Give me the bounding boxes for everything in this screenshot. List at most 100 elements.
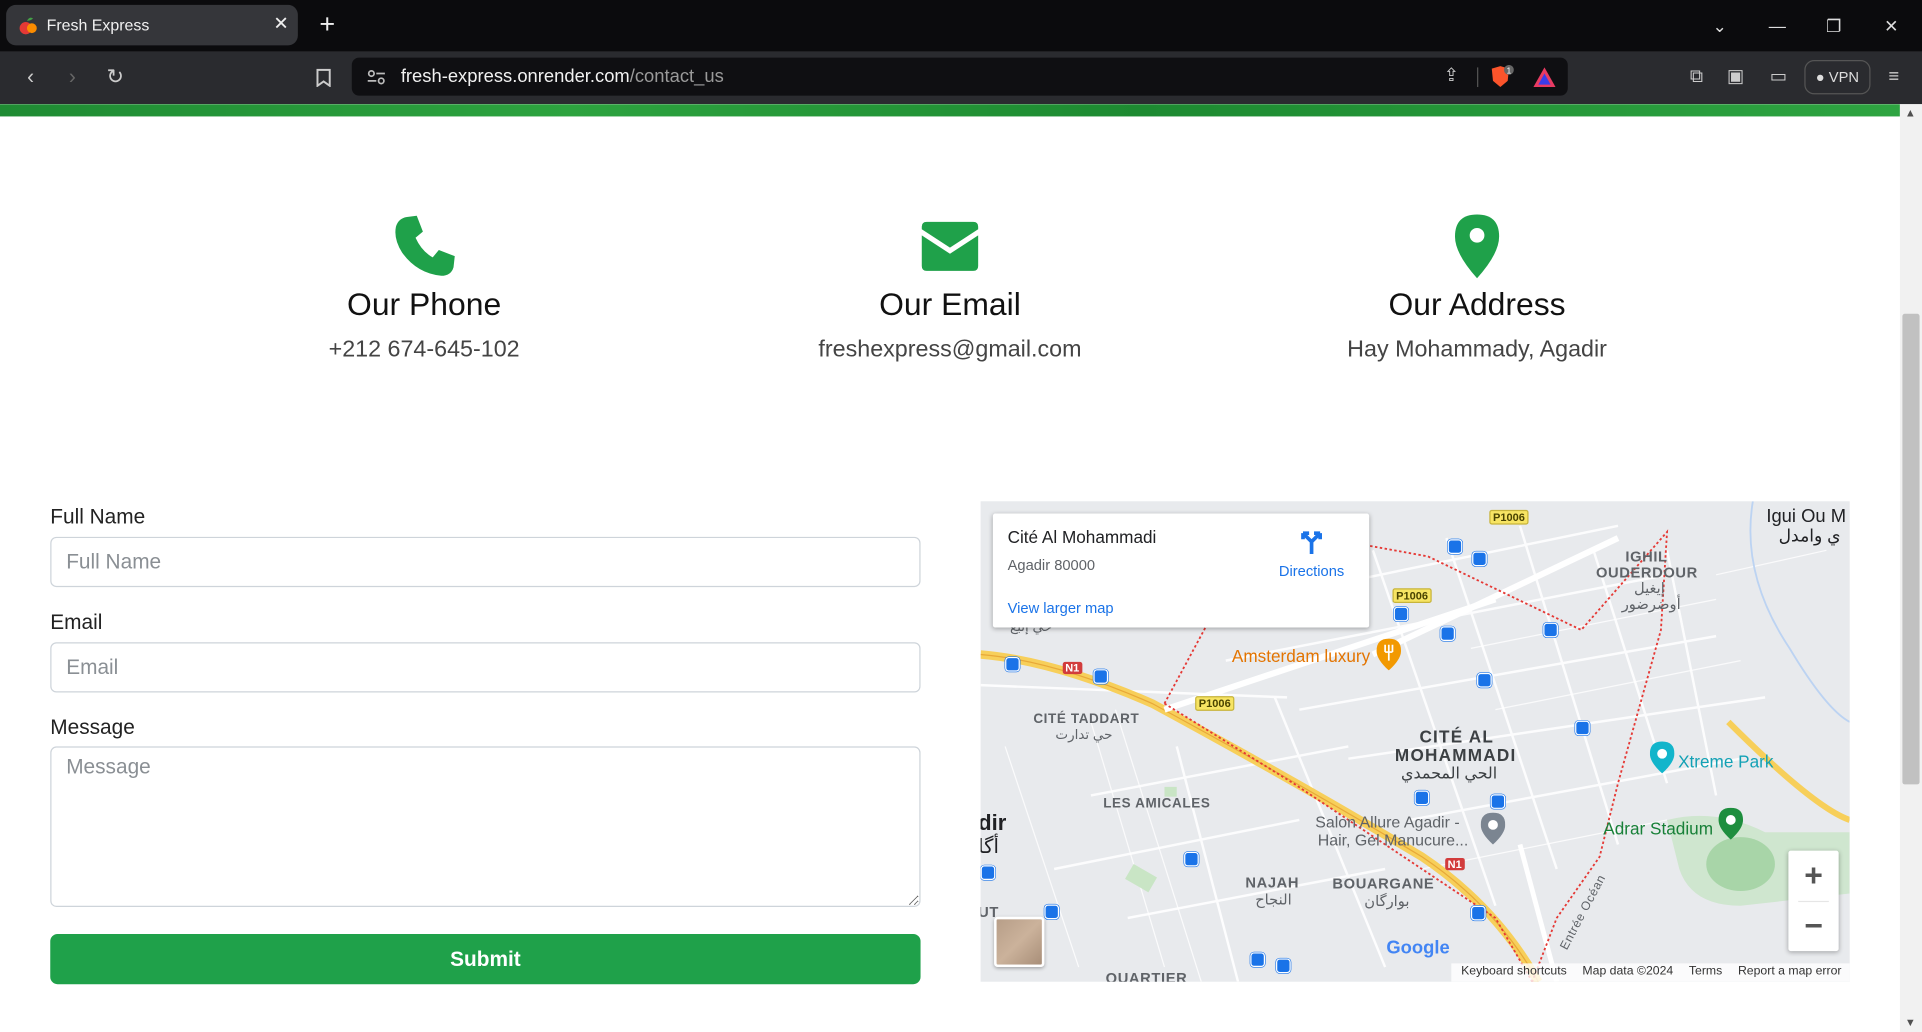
- reload-icon[interactable]: ↻: [102, 64, 129, 91]
- map-label-cite-al: CITÉ AL: [1419, 726, 1495, 747]
- google-map-embed[interactable]: Igui Ou M ي وامدل IGHIL OUDERDOUR إيغيل …: [980, 501, 1850, 982]
- satellite-layer-toggle[interactable]: [994, 916, 1045, 968]
- poi-salon-allure-line1[interactable]: Salon Allure Agadir -: [1315, 813, 1459, 831]
- map-label-amicales: LES AMICALES: [1103, 796, 1211, 812]
- tab-search-chevron-icon[interactable]: ⌄: [1709, 15, 1731, 37]
- phone-icon: [395, 215, 455, 276]
- bus-stop-icon[interactable]: [1044, 904, 1060, 920]
- road-tag-p1006: P1006: [1392, 588, 1432, 604]
- map-label-taddart-ar: حي تدارت: [1055, 728, 1113, 743]
- message-textarea[interactable]: [50, 746, 921, 907]
- brave-shield-icon[interactable]: 1: [1489, 64, 1516, 90]
- browser-toolbar: ‹ › ↻ fresh-express.onrender.com/contact…: [0, 51, 1922, 105]
- address-title: Our Address: [1388, 285, 1566, 323]
- poi-salon-allure-line2[interactable]: Hair, Gel Manucure...: [1318, 831, 1469, 849]
- map-label-igui: Igui Ou M: [1766, 506, 1847, 528]
- back-icon[interactable]: ‹: [17, 64, 44, 91]
- contact-email: Our Email freshexpress@gmail.com: [705, 212, 1195, 364]
- road-tag-p1006: P1006: [1195, 696, 1235, 711]
- bus-stop-icon[interactable]: [1470, 905, 1486, 921]
- site-settings-icon[interactable]: [367, 69, 387, 86]
- map-label-najah-ar: النجاح: [1255, 891, 1292, 909]
- bus-stop-icon[interactable]: [1490, 794, 1506, 809]
- scroll-down-icon[interactable]: ▼: [1905, 1016, 1916, 1028]
- poi-xtreme-park[interactable]: Xtreme Park: [1678, 751, 1773, 771]
- bus-stop-icon[interactable]: [1276, 958, 1291, 974]
- address-bar[interactable]: fresh-express.onrender.com/contact_us ⇪ …: [351, 57, 1568, 96]
- poi-amsterdam-luxury[interactable]: Amsterdam luxury: [1232, 646, 1370, 666]
- minimize-icon[interactable]: —: [1766, 15, 1788, 37]
- contact-address: Our Address Hay Mohammady, Agadir: [1232, 212, 1722, 364]
- email-value: freshexpress@gmail.com: [818, 337, 1082, 363]
- directions-icon: [1301, 531, 1322, 554]
- map-label-ouderdour: OUDERDOUR: [1595, 563, 1698, 581]
- wallet-icon[interactable]: ▭: [1766, 65, 1791, 90]
- map-attribution: Keyboard shortcuts Map data ©2024 Terms …: [1451, 963, 1850, 982]
- zoom-in-button[interactable]: +: [1788, 851, 1838, 901]
- salon-pin-icon[interactable]: [1480, 812, 1506, 845]
- url-text: fresh-express.onrender.com/contact_us: [400, 66, 724, 88]
- zoom-out-button[interactable]: −: [1788, 901, 1838, 951]
- map-data-text: Map data ©2024: [1582, 964, 1674, 979]
- contact-phone: Our Phone +212 674-645-102: [179, 212, 669, 364]
- new-tab-icon[interactable]: +: [316, 10, 338, 37]
- keyboard-shortcuts-link[interactable]: Keyboard shortcuts: [1461, 965, 1567, 978]
- map-label-taddart: CITÉ TADDART: [1033, 712, 1140, 727]
- map-label-ouderdour-ar: أوضرضور: [1621, 595, 1681, 613]
- extensions-icon[interactable]: ⧉: [1684, 65, 1709, 90]
- vpn-button[interactable]: ● VPN: [1804, 60, 1871, 95]
- bookmark-icon[interactable]: [310, 64, 337, 91]
- bus-stop-icon[interactable]: [1093, 669, 1109, 684]
- report-map-error-link[interactable]: Report a map error: [1738, 965, 1842, 978]
- bus-stop-icon[interactable]: [1447, 539, 1463, 554]
- bus-stop-icon[interactable]: [1440, 626, 1455, 642]
- page-scrollbar[interactable]: ▲ ▼: [1899, 104, 1922, 1032]
- bus-stop-icon[interactable]: [980, 865, 996, 881]
- message-label: Message: [50, 715, 135, 740]
- poi-adrar-stadium[interactable]: Adrar Stadium: [1603, 819, 1713, 839]
- map-label-cite-ar: الحي المحمدي: [1401, 763, 1498, 782]
- brave-rewards-icon[interactable]: [1532, 66, 1557, 88]
- directions-button[interactable]: Directions: [1275, 528, 1349, 580]
- menu-icon[interactable]: ≡: [1882, 65, 1907, 90]
- scroll-thumb[interactable]: [1902, 313, 1920, 785]
- forward-icon[interactable]: ›: [59, 64, 86, 91]
- browser-tab[interactable]: Fresh Express ✕: [6, 4, 298, 46]
- bus-stop-icon[interactable]: [1184, 851, 1199, 867]
- bus-stop-icon[interactable]: [1414, 790, 1430, 806]
- tab-close-icon[interactable]: ✕: [273, 14, 288, 35]
- full-name-label: Full Name: [50, 504, 146, 529]
- restore-icon[interactable]: ❐: [1823, 15, 1845, 37]
- terms-link[interactable]: Terms: [1689, 965, 1722, 978]
- stadium-pin-icon[interactable]: [1718, 807, 1744, 840]
- full-name-input[interactable]: [50, 536, 921, 588]
- page-content: Our Phone +212 674-645-102 Our Email fre…: [0, 104, 1900, 1032]
- sidebar-icon[interactable]: ▣: [1723, 65, 1748, 90]
- restaurant-pin-icon[interactable]: [1376, 638, 1402, 671]
- view-larger-map-link[interactable]: View larger map: [1008, 599, 1114, 616]
- map-pin-icon: [1454, 214, 1500, 279]
- bus-stop-icon[interactable]: [1250, 952, 1265, 968]
- map-label-quartier: QUARTIER: [1105, 969, 1188, 982]
- map-label-najah: NAJAH: [1245, 873, 1300, 892]
- bus-stop-icon[interactable]: [1477, 672, 1492, 688]
- email-label: Email: [50, 610, 103, 634]
- bus-stop-icon[interactable]: [1543, 622, 1558, 638]
- xtreme-park-pin-icon[interactable]: [1649, 741, 1675, 774]
- close-window-icon[interactable]: ✕: [1880, 15, 1902, 37]
- bus-stop-icon[interactable]: [1575, 720, 1590, 736]
- submit-button[interactable]: Submit: [50, 933, 921, 985]
- scroll-up-icon[interactable]: ▲: [1905, 107, 1916, 119]
- map-label-agadir: dir: [980, 810, 1007, 835]
- phone-value: +212 674-645-102: [328, 337, 520, 363]
- road-tag-n1: N1: [1445, 857, 1465, 871]
- phone-title: Our Phone: [347, 285, 502, 323]
- map-label-ighil-ar: إيغيل: [1633, 579, 1665, 597]
- fresh-express-favicon-icon: [19, 17, 37, 35]
- bus-stop-icon[interactable]: [1005, 656, 1020, 672]
- map-place-name: Cité Al Mohammadi: [1007, 527, 1157, 547]
- share-icon[interactable]: ⇪: [1439, 64, 1464, 89]
- bus-stop-icon[interactable]: [1393, 606, 1409, 622]
- bus-stop-icon[interactable]: [1472, 551, 1487, 567]
- email-input[interactable]: [50, 642, 921, 693]
